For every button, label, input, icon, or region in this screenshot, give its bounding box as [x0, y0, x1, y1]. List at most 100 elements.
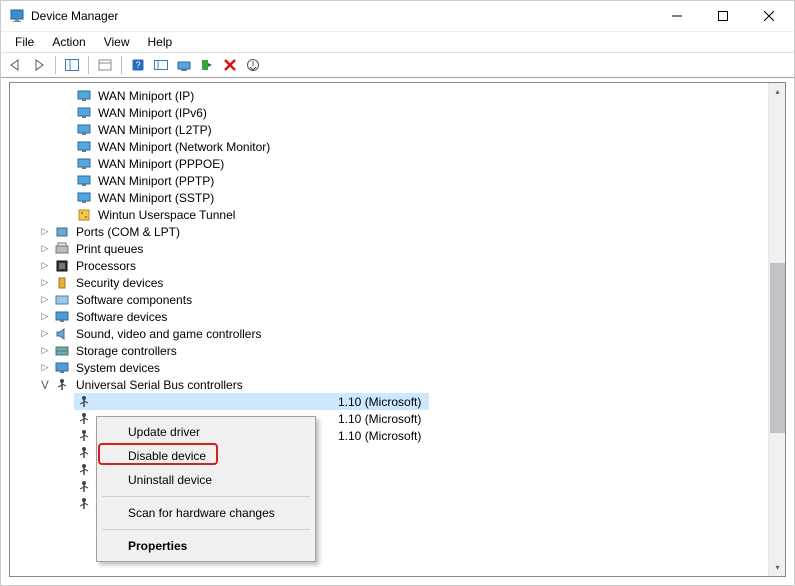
tree-label: WAN Miniport (IPv6) [96, 106, 209, 120]
collapse-icon[interactable]: ⋁ [38, 378, 52, 392]
usb-icon [76, 428, 92, 444]
tree-category[interactable]: ▷Sound, video and game controllers [10, 325, 768, 342]
tree-label: Software devices [74, 310, 169, 324]
ctx-scan-hardware[interactable]: Scan for hardware changes [100, 501, 312, 525]
tree-item[interactable]: WAN Miniport (PPPOE) [10, 155, 768, 172]
scan-button[interactable] [150, 54, 172, 76]
tree-category[interactable]: ▷ Software devices [10, 308, 768, 325]
expand-icon[interactable]: ▷ [38, 225, 52, 239]
tree-category-usb[interactable]: ⋁ Universal Serial Bus controllers [10, 376, 768, 393]
window-controls [654, 1, 792, 31]
tree-item[interactable]: WAN Miniport (PPTP) [10, 172, 768, 189]
tree-label-tail: 1.10 (Microsoft) [336, 412, 423, 426]
help-button[interactable]: ? [127, 54, 149, 76]
tree-label: WAN Miniport (IP) [96, 89, 196, 103]
monitor-icon [76, 122, 92, 138]
enable-button[interactable] [196, 54, 218, 76]
ctx-disable-device[interactable]: Disable device [100, 444, 312, 468]
menubar: File Action View Help [1, 32, 794, 52]
monitor-icon [76, 105, 92, 121]
monitor-icon [76, 139, 92, 155]
tree-item[interactable]: WAN Miniport (L2TP) [10, 121, 768, 138]
tree-category[interactable]: ▷ Software components [10, 291, 768, 308]
usb-icon [76, 445, 92, 461]
port-icon [54, 224, 70, 240]
maximize-button[interactable] [700, 1, 746, 31]
monitor-icon [76, 88, 92, 104]
expand-icon[interactable]: ▷ [38, 276, 52, 290]
security-icon [54, 275, 70, 291]
software-icon [54, 309, 70, 325]
titlebar: Device Manager [1, 1, 794, 32]
usb-icon [76, 479, 92, 495]
close-button[interactable] [746, 1, 792, 31]
show-hide-tree-button[interactable] [61, 54, 83, 76]
usb-icon [76, 411, 92, 427]
tree-label: WAN Miniport (PPPOE) [96, 157, 226, 171]
update-driver-button[interactable] [173, 54, 195, 76]
tree-label: WAN Miniport (Network Monitor) [96, 140, 272, 154]
printer-icon [54, 241, 70, 257]
sound-icon [54, 326, 70, 342]
tree-category[interactable]: ▷ Storage controllers [10, 342, 768, 359]
storage-icon [54, 343, 70, 359]
menu-view[interactable]: View [96, 34, 138, 50]
tree-item[interactable]: WAN Miniport (IP) [10, 87, 768, 104]
tree-item-selected[interactable]: 1.10 (Microsoft) [10, 393, 768, 410]
menu-file[interactable]: File [7, 34, 42, 50]
minimize-button[interactable] [654, 1, 700, 31]
app-icon [9, 8, 25, 24]
expand-icon[interactable]: ▷ [38, 293, 52, 307]
expand-icon[interactable]: ▷ [38, 242, 52, 256]
properties-button[interactable] [94, 54, 116, 76]
tree-item[interactable]: Wintun Userspace Tunnel [10, 206, 768, 223]
tree-label: Processors [74, 259, 138, 273]
tree-label: Storage controllers [74, 344, 179, 358]
expand-icon[interactable]: ▷ [38, 327, 52, 341]
tree-category[interactable]: ▷ Print queues [10, 240, 768, 257]
expand-icon[interactable]: ▷ [38, 344, 52, 358]
svg-text:?: ? [135, 60, 140, 70]
tree-category[interactable]: ▷ Processors [10, 257, 768, 274]
forward-button[interactable] [28, 54, 50, 76]
expand-icon[interactable]: ▷ [38, 310, 52, 324]
back-button[interactable] [5, 54, 27, 76]
disable-button[interactable] [242, 54, 264, 76]
expand-icon[interactable]: ▷ [38, 361, 52, 375]
tree-item[interactable]: WAN Miniport (IPv6) [10, 104, 768, 121]
scroll-up-icon[interactable]: ▴ [769, 83, 786, 100]
tree-label: System devices [74, 361, 162, 375]
expand-icon[interactable]: ▷ [38, 259, 52, 273]
toolbar-separator [88, 56, 89, 74]
network-icon [76, 207, 92, 223]
tree-item[interactable]: WAN Miniport (SSTP) [10, 189, 768, 206]
scroll-down-icon[interactable]: ▾ [769, 559, 786, 576]
tree-label: Print queues [74, 242, 145, 256]
tree-item[interactable]: WAN Miniport (Network Monitor) [10, 138, 768, 155]
window-title: Device Manager [31, 9, 654, 23]
tree-label-tail: 1.10 (Microsoft) [336, 429, 423, 443]
vertical-scrollbar[interactable]: ▴ ▾ [768, 83, 785, 576]
context-menu: Update driver Disable device Uninstall d… [96, 416, 316, 562]
tree-category[interactable]: ▷ Security devices [10, 274, 768, 291]
uninstall-button[interactable] [219, 54, 241, 76]
tree-label-tail: 1.10 (Microsoft) [336, 395, 423, 409]
scroll-thumb[interactable] [770, 263, 785, 433]
menu-action[interactable]: Action [44, 34, 93, 50]
tree-category[interactable]: ▷ System devices [10, 359, 768, 376]
tree-label: Security devices [74, 276, 165, 290]
tree-category[interactable]: ▷Ports (COM & LPT) [10, 223, 768, 240]
ctx-properties[interactable]: Properties [100, 534, 312, 558]
cpu-icon [54, 258, 70, 274]
monitor-icon [76, 190, 92, 206]
monitor-icon [76, 173, 92, 189]
toolbar: ? [1, 52, 794, 78]
tree-label: Software components [74, 293, 194, 307]
ctx-update-driver[interactable]: Update driver [100, 420, 312, 444]
menu-help[interactable]: Help [140, 34, 181, 50]
usb-icon [54, 377, 70, 393]
monitor-icon [76, 156, 92, 172]
ctx-uninstall-device[interactable]: Uninstall device [100, 468, 312, 492]
tree-label: Universal Serial Bus controllers [74, 378, 245, 392]
usb-icon [76, 394, 92, 410]
